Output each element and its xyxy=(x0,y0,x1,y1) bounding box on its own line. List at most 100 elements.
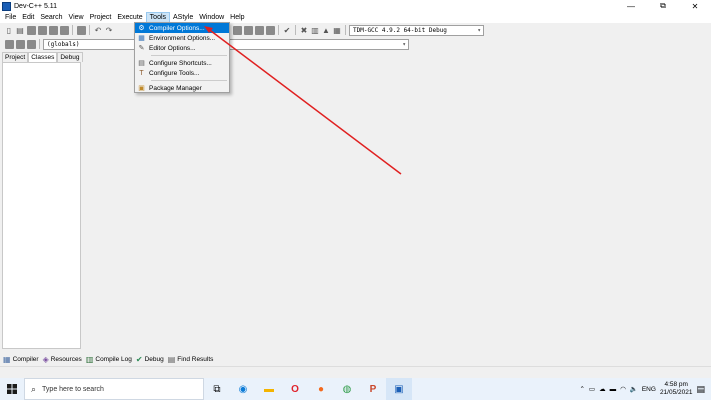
edge-icon[interactable]: ◉ xyxy=(230,378,256,400)
clock-date: 21/05/2021 xyxy=(659,389,693,396)
tab-classes[interactable]: Classes xyxy=(28,52,58,62)
chrome-icon[interactable]: ◍ xyxy=(334,378,360,400)
tab-resources[interactable]: ◈ Resources xyxy=(43,355,82,364)
print-icon[interactable] xyxy=(76,25,86,35)
syntax-check-icon[interactable]: ✔ xyxy=(282,25,292,35)
menu-package-manager-label: Package Manager xyxy=(149,84,202,92)
environment-options-icon: ▦ xyxy=(138,35,145,42)
opera-icon[interactable]: O xyxy=(282,378,308,400)
debug-check-icon: ✔ xyxy=(135,354,143,364)
tools-dropdown-menu: ⚙ Compiler Options... ▦ Environment Opti… xyxy=(134,22,230,93)
menu-view[interactable]: View xyxy=(66,12,87,23)
tab-debug-label: Debug xyxy=(144,355,164,363)
scope-select-value: (globals) xyxy=(47,40,80,48)
redo-icon[interactable]: ↷ xyxy=(104,25,114,35)
toolbar-separator xyxy=(295,25,296,35)
close-button[interactable]: ✕ xyxy=(679,0,711,12)
taskbar-search-placeholder: Type here to search xyxy=(42,385,104,393)
chevron-up-icon[interactable]: ⌃ xyxy=(579,385,584,393)
minimize-button[interactable]: — xyxy=(615,0,647,12)
notification-icon[interactable]: ▤ xyxy=(696,384,705,395)
menu-configure-shortcuts[interactable]: ▤ Configure Shortcuts... xyxy=(135,58,229,68)
new-file-icon[interactable]: ▯ xyxy=(4,25,14,35)
taskbar-search-box[interactable]: ⌕ Type here to search xyxy=(24,378,204,400)
menu-help[interactable]: Help xyxy=(227,12,247,23)
compile-icon[interactable] xyxy=(232,25,242,35)
save-all-icon[interactable] xyxy=(37,25,47,35)
profile-icon[interactable]: ▥ xyxy=(310,25,320,35)
rebuild-icon[interactable] xyxy=(265,25,275,35)
open-file-icon[interactable]: ▤ xyxy=(15,25,25,35)
stop-execution-icon[interactable]: ✖ xyxy=(299,25,309,35)
toggle-bookmark-icon[interactable] xyxy=(15,39,25,49)
restore-button[interactable]: ⧉ xyxy=(647,0,679,12)
devcpp-icon[interactable]: ▣ xyxy=(386,378,412,400)
menu-editor-options[interactable]: ✎ Editor Options... xyxy=(135,43,229,53)
compile-log-icon: ▥ xyxy=(85,354,94,364)
tab-project[interactable]: Project xyxy=(2,52,29,62)
start-button[interactable] xyxy=(0,378,24,400)
menu-file[interactable]: File xyxy=(2,12,19,23)
compiler-select[interactable]: TDM-GCC 4.9.2 64-bit Debug ▾ xyxy=(349,24,484,36)
menu-separator xyxy=(151,55,227,56)
chevron-down-icon: ▾ xyxy=(477,26,481,34)
clock[interactable]: 4:58 pm 21/05/2021 xyxy=(660,381,693,397)
menu-editor-options-label: Editor Options... xyxy=(149,44,196,52)
menu-compiler-options[interactable]: ⚙ Compiler Options... xyxy=(135,23,229,33)
class-browser-panel[interactable] xyxy=(2,62,81,349)
tab-compiler[interactable]: ▦ Compiler xyxy=(3,355,39,364)
debug-icon[interactable]: ▦ xyxy=(332,25,342,35)
menu-environment-options[interactable]: ▦ Environment Options... xyxy=(135,33,229,43)
language-indicator[interactable]: ENG xyxy=(642,386,656,393)
tab-compile-log-label: Compile Log xyxy=(95,355,132,363)
main-toolbar: ▯ ▤ ↶ ↷ ✔ ✖ ▥ ▲ ▦ TDM-GCC 4.9.2 64-bit D… xyxy=(0,23,711,37)
toolbar-separator xyxy=(39,39,40,49)
package-manager-icon: ▣ xyxy=(138,85,145,92)
volume-icon[interactable]: 🔈 xyxy=(630,385,638,393)
powerpoint-icon[interactable]: P xyxy=(360,378,386,400)
configure-tools-icon: T xyxy=(139,69,144,77)
compile-run-icon[interactable] xyxy=(254,25,264,35)
goto-bookmark-icon[interactable] xyxy=(26,39,36,49)
menu-configure-tools-label: Configure Tools... xyxy=(149,69,200,77)
menu-edit[interactable]: Edit xyxy=(19,12,37,23)
menu-environment-options-label: Environment Options... xyxy=(149,34,216,42)
close-file-icon[interactable] xyxy=(48,25,58,35)
delete-profile-icon[interactable]: ▲ xyxy=(321,25,331,35)
run-icon[interactable] xyxy=(243,25,253,35)
wifi-icon[interactable]: ◠ xyxy=(620,385,626,393)
chevron-down-icon: ▾ xyxy=(402,40,406,48)
close-all-icon[interactable] xyxy=(59,25,69,35)
menu-configure-tools[interactable]: T Configure Tools... xyxy=(135,68,229,78)
toolbar-separator xyxy=(345,25,346,35)
window-controls: — ⧉ ✕ xyxy=(615,0,711,12)
menu-configure-shortcuts-label: Configure Shortcuts... xyxy=(149,59,212,67)
file-explorer-icon[interactable]: ▬ xyxy=(256,378,282,400)
menu-project[interactable]: Project xyxy=(87,12,115,23)
tab-debug-output[interactable]: ✔ Debug xyxy=(136,355,164,364)
menu-package-manager[interactable]: ▣ Package Manager xyxy=(135,83,229,93)
tab-debug[interactable]: Debug xyxy=(57,52,83,62)
save-icon[interactable] xyxy=(26,25,36,35)
insert-icon[interactable] xyxy=(4,39,14,49)
tab-find-results[interactable]: ▤ Find Results xyxy=(168,355,214,364)
search-icon: ⌕ xyxy=(31,383,37,394)
task-view-icon[interactable]: ⧉ xyxy=(204,378,230,400)
toolbar-separator xyxy=(278,25,279,35)
undo-icon[interactable]: ↶ xyxy=(93,25,103,35)
editor-area[interactable] xyxy=(83,52,711,350)
editor-options-icon: ✎ xyxy=(138,45,145,52)
resources-icon: ◈ xyxy=(42,354,49,364)
system-tray: ⌃ ▭ ☁ ▬ ◠ 🔈 ENG 4:58 pm 21/05/2021 ▤ xyxy=(579,378,711,400)
network-icon[interactable]: ▭ xyxy=(589,385,595,393)
bottom-panel-tabs: ▦ Compiler ◈ Resources ▥ Compile Log ✔ D… xyxy=(3,353,213,365)
tab-find-results-label: Find Results xyxy=(177,355,214,363)
title-bar: Dev-C++ 5.11 — ⧉ ✕ xyxy=(0,0,711,12)
compiler-options-icon: ⚙ xyxy=(138,25,145,32)
tab-compile-log[interactable]: ▥ Compile Log xyxy=(86,355,132,364)
battery-icon[interactable]: ▬ xyxy=(610,386,617,393)
firefox-icon[interactable]: ● xyxy=(308,378,334,400)
left-panel-tabs: Project Classes Debug xyxy=(2,52,83,62)
menu-search[interactable]: Search xyxy=(37,12,65,23)
cloud-icon[interactable]: ☁ xyxy=(599,385,606,393)
